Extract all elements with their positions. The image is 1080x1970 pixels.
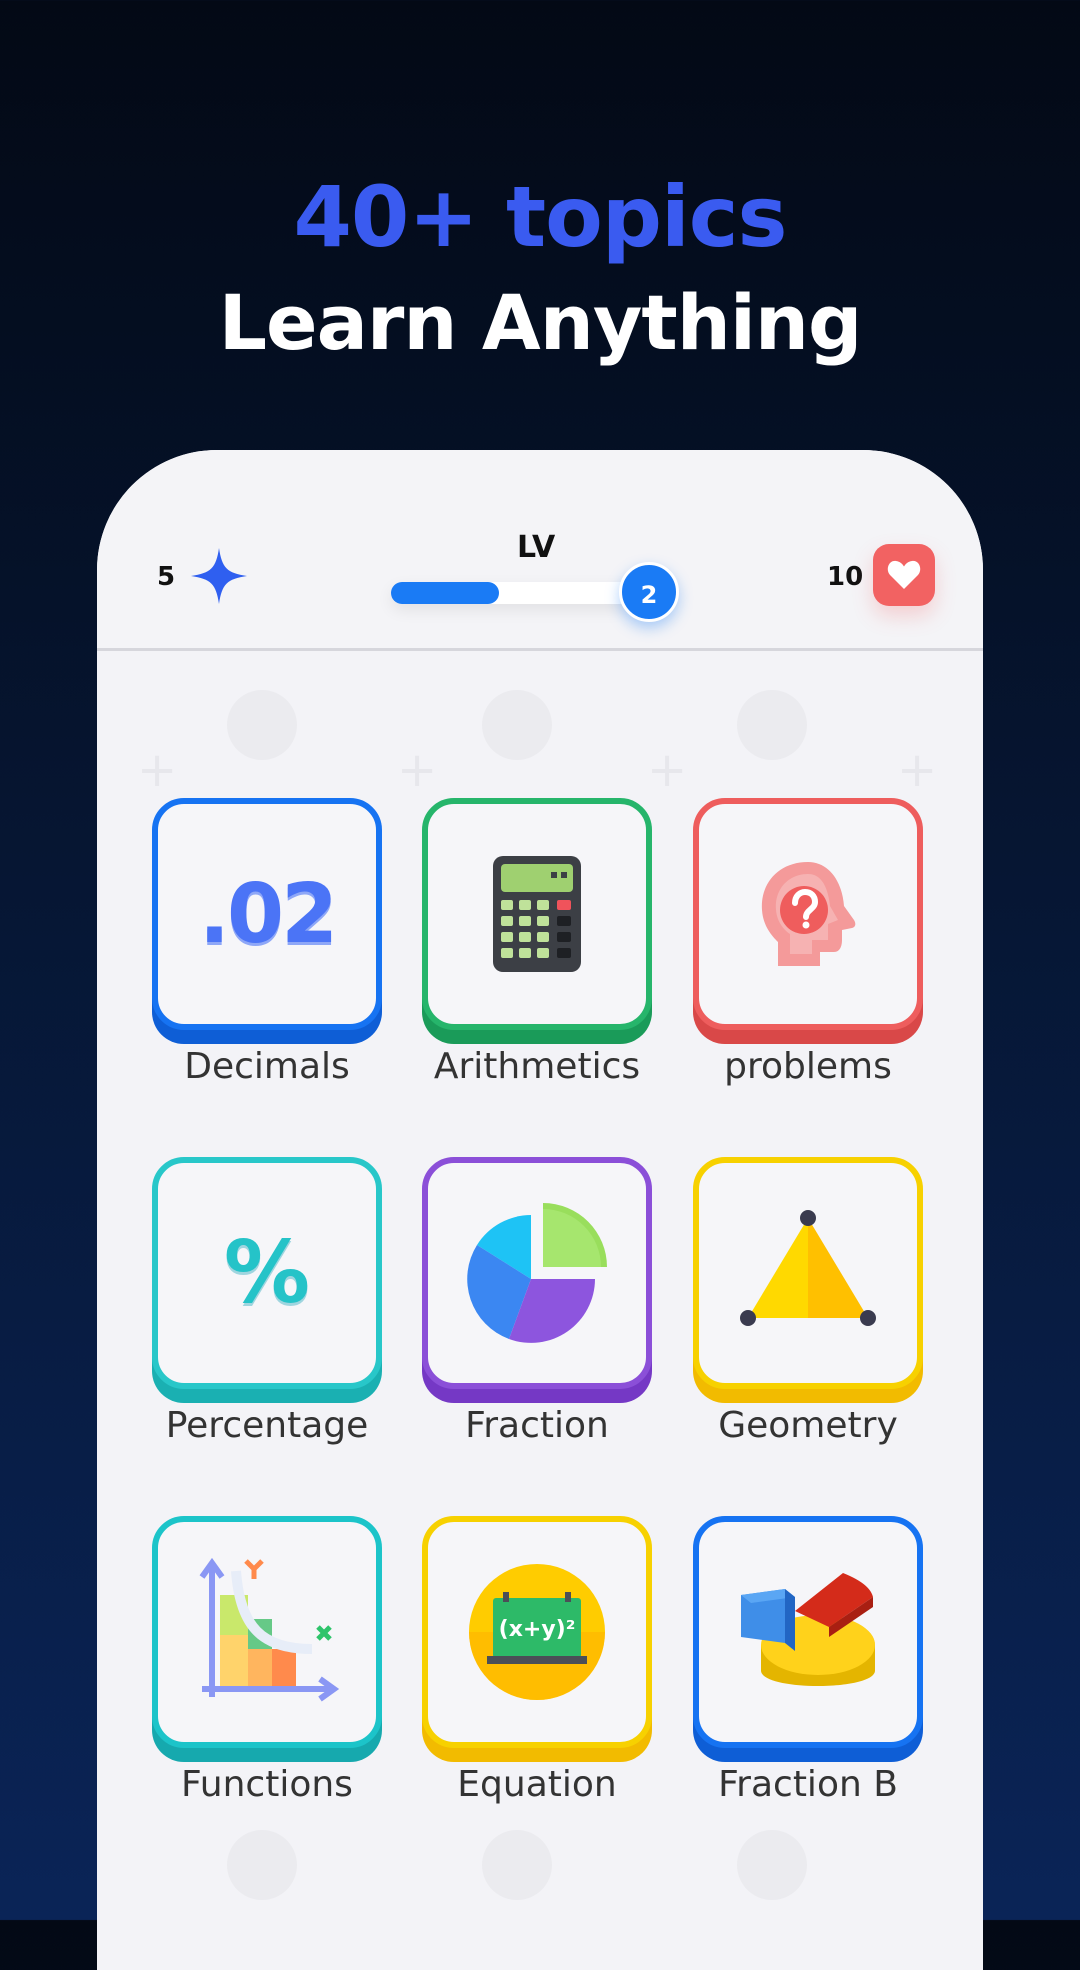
topic-label: Geometry [718,1405,898,1446]
bg-circle [737,690,807,760]
percent-icon: % [223,1223,311,1323]
topic-card[interactable] [422,1157,652,1389]
topic-card[interactable]: .02 [152,798,382,1030]
bg-circle [482,1830,552,1900]
heart-icon [887,560,921,589]
bg-plus: + [897,742,938,798]
equation-text: (x+y)² [499,1617,576,1642]
bg-circle [737,1830,807,1900]
graph-icon [199,1557,340,1702]
bg-plus: + [137,742,178,798]
topic-label: Decimals [184,1046,350,1087]
calculator-icon [493,856,581,972]
topic-card[interactable] [693,1157,923,1389]
topic-tile-decimals[interactable]: .02 Decimals [152,798,382,1087]
status-bar: 5 LV 2 10 [97,450,983,651]
topic-tile-geometry[interactable]: Geometry [693,1157,923,1446]
topic-card[interactable] [693,798,923,1030]
topic-tile-equation[interactable]: (x+y)² Equation [422,1516,652,1805]
topic-tile-problems[interactable]: problems [693,798,923,1087]
topic-tile-functions[interactable]: Functions [152,1516,382,1805]
topic-label: Arithmetics [433,1046,641,1087]
phone-screen: + + + + 5 LV 2 10 .02 Decimals Arithmeti… [97,450,983,1970]
topic-tile-arithmetics[interactable]: Arithmetics [422,798,652,1087]
topic-label: Functions [181,1764,353,1805]
topic-tile-fraction-b[interactable]: Fraction B [693,1516,923,1805]
level-badge[interactable]: 2 [619,562,679,622]
headline-title: 40+ topics [293,168,787,266]
topic-card[interactable] [693,1516,923,1748]
topic-label: Percentage [165,1405,369,1446]
topic-tile-fraction[interactable]: Fraction [422,1157,652,1446]
topic-card[interactable] [152,1516,382,1748]
hearts-count: 10 [827,562,864,592]
pie-chart-icon [467,1203,607,1343]
sparkle-icon [189,546,249,606]
bg-plus: + [397,742,438,798]
bg-circle [482,690,552,760]
level-progress-fill [391,582,499,604]
hearts-button[interactable] [873,544,935,606]
equation-icon: (x+y)² [469,1564,605,1700]
bg-circle [227,1830,297,1900]
3d-pie-icon [741,1573,875,1686]
topic-card[interactable]: % [152,1157,382,1389]
topic-label: Equation [457,1764,617,1805]
topic-card[interactable] [422,798,652,1030]
level-progress-bar [391,582,631,604]
triangle-icon [740,1210,876,1326]
question-head-icon [761,862,856,966]
level-label: LV [517,530,556,565]
topic-tile-percentage[interactable]: % Percentage [152,1157,382,1446]
topic-label: problems [724,1046,892,1087]
topic-label: Fraction [465,1405,609,1446]
decimal-icon: .02 [198,866,338,962]
topic-label: Fraction B [718,1764,898,1805]
bg-circle [227,690,297,760]
bg-plus: + [647,742,688,798]
headline-subtitle: Learn Anything [218,278,863,367]
topic-card[interactable]: (x+y)² [422,1516,652,1748]
gem-count: 5 [157,562,176,592]
